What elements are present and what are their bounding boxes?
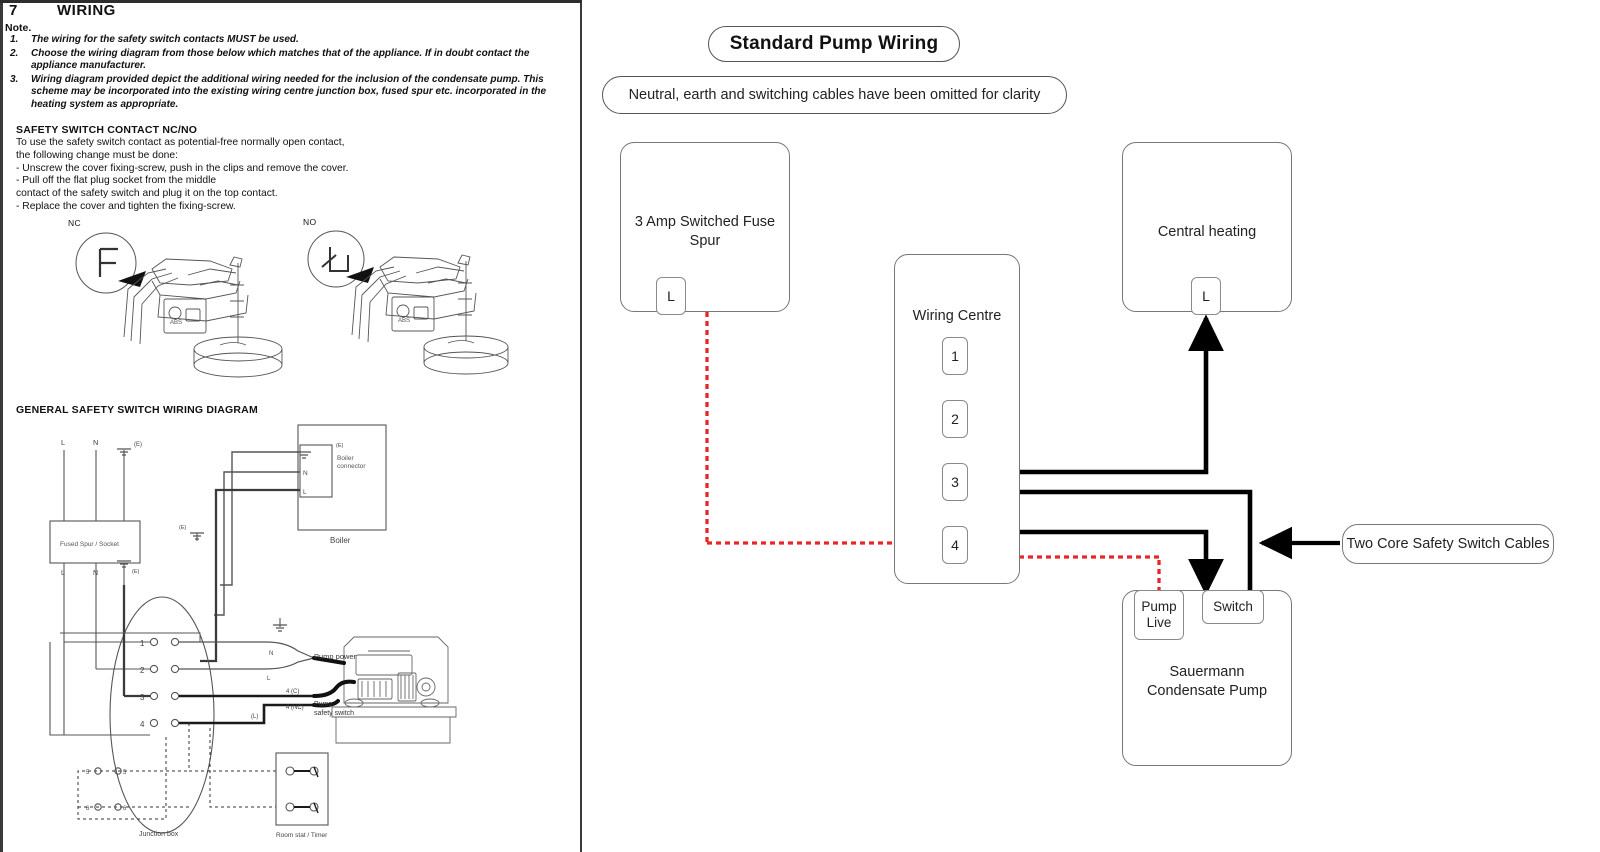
- general-safety-switch-wiring-diagram: L N (E) Fused Spur / Socket L N (E) Boil…: [14, 415, 574, 840]
- svg-text:N: N: [93, 438, 98, 447]
- safety-switch-line: contact of the safety switch and plug it…: [16, 188, 278, 200]
- section-title: WIRING: [57, 2, 116, 19]
- left-document-panel: 7 WIRING Note. 1. The wiring for the saf…: [0, 0, 582, 852]
- svg-text:N: N: [269, 651, 273, 657]
- pump-label-line1: Sauermann: [1169, 664, 1245, 680]
- svg-text:4: 4: [140, 720, 145, 729]
- safety-switch-line: the following change must be done:: [16, 149, 179, 161]
- svg-text:6: 6: [86, 806, 90, 812]
- wiring-centre-label: Wiring Centre: [912, 308, 1002, 324]
- svg-text:(E): (E): [132, 569, 140, 575]
- safety-switch-line: - Pull off the flat plug socket from the…: [16, 175, 217, 187]
- svg-text:Pump power: Pump power: [314, 652, 357, 661]
- safety-switch-line: To use the safety switch contact as pote…: [16, 137, 345, 148]
- note-text: Choose the wiring diagram from those bel…: [31, 47, 530, 72]
- svg-text:L: L: [61, 570, 65, 577]
- note-item: 2. Choose the wiring diagram from those …: [5, 48, 577, 73]
- svg-text:(L): (L): [251, 714, 258, 720]
- svg-text:4 (NC): 4 (NC): [286, 705, 304, 711]
- nc-pump-illustration: ABS: [60, 225, 290, 380]
- note-item: 3. Wiring diagram provided depict the ad…: [5, 74, 577, 112]
- diagram-title-pill: Standard Pump Wiring: [708, 26, 960, 62]
- note-index: 2.: [10, 47, 19, 59]
- wiring-connections: [705, 312, 1340, 596]
- diagram-note: Neutral, earth and switching cables have…: [628, 87, 1041, 103]
- no-pump-illustration: ABS: [296, 225, 516, 380]
- cable-callout-box: Two Core Safety Switch Cables: [1342, 524, 1554, 564]
- pump-switch-terminal[interactable]: Switch: [1202, 590, 1264, 624]
- svg-text:connector: connector: [337, 463, 366, 470]
- svg-text:3: 3: [140, 693, 145, 702]
- diagram-note-pill: Neutral, earth and switching cables have…: [602, 76, 1067, 114]
- svg-text:L: L: [61, 438, 65, 447]
- pump-live-label-line1: Pump: [1141, 599, 1177, 614]
- svg-text:Junction box: Junction box: [139, 831, 179, 838]
- svg-text:(E): (E): [134, 442, 142, 448]
- svg-text:Fused Spur / Socket: Fused Spur / Socket: [60, 541, 119, 548]
- fuse-spur-label-line2: Spur: [689, 233, 721, 249]
- svg-text:L: L: [303, 489, 307, 496]
- wiring-centre-terminal-4[interactable]: 4: [942, 526, 968, 564]
- note-index: 1.: [10, 34, 19, 45]
- svg-text:Boiler: Boiler: [330, 536, 351, 545]
- svg-text:(E): (E): [179, 525, 187, 531]
- svg-text:N: N: [93, 570, 98, 577]
- safety-switch-line: - Unscrew the cover fixing-screw, push i…: [16, 162, 349, 174]
- svg-text:4 (C): 4 (C): [286, 689, 299, 695]
- wiring-centre-terminal-3[interactable]: 3: [942, 463, 968, 501]
- pump-label-line2: Condensate Pump: [1146, 683, 1268, 699]
- note-label: Note.: [5, 22, 32, 34]
- right-diagram-panel: Standard Pump Wiring Neutral, earth and …: [582, 0, 1600, 852]
- section-number: 7: [9, 2, 18, 19]
- svg-text:Boiler: Boiler: [337, 455, 354, 462]
- fuse-spur-label-line1: 3 Amp Switched Fuse: [634, 214, 776, 230]
- pump-casing-label: ABS: [170, 320, 182, 326]
- pump-live-label-line2: Live: [1146, 615, 1172, 630]
- svg-text:safety switch: safety switch: [314, 710, 354, 717]
- svg-text:N: N: [303, 470, 308, 477]
- wiring-centre-terminal-1[interactable]: 1: [942, 337, 968, 375]
- notes-list: 1. The wiring for the safety switch cont…: [5, 34, 577, 113]
- central-heating-label: Central heating: [1157, 224, 1257, 240]
- note-item: 1. The wiring for the safety switch cont…: [5, 34, 577, 47]
- wiring-centre-terminal-2[interactable]: 2: [942, 400, 968, 438]
- svg-text:Room stat / Timer: Room stat / Timer: [276, 832, 328, 839]
- note-text: Wiring diagram provided depict the addit…: [31, 73, 547, 110]
- central-heating-terminal-l[interactable]: L: [1191, 277, 1221, 315]
- wiring-page: 7 WIRING Note. 1. The wiring for the saf…: [0, 0, 1600, 852]
- note-index: 3.: [10, 73, 19, 85]
- safety-switch-line: - Replace the cover and tighten the fixi…: [16, 200, 236, 212]
- svg-text:Pump: Pump: [314, 701, 332, 708]
- cable-callout-label: Two Core Safety Switch Cables: [1346, 536, 1550, 552]
- safety-switch-contact-heading: SAFETY SWITCH CONTACT NC/NO: [16, 124, 198, 136]
- note-text: The wiring for the safety switch contact…: [31, 34, 299, 45]
- pump-live-terminal[interactable]: Pump Live: [1134, 590, 1184, 640]
- svg-text:2: 2: [140, 666, 145, 675]
- svg-text:1: 1: [140, 639, 145, 648]
- svg-text:L: L: [267, 676, 271, 682]
- diagram-title: Standard Pump Wiring: [729, 33, 939, 54]
- fuse-spur-terminal-l[interactable]: L: [656, 277, 686, 315]
- safety-switch-contact-body: To use the safety switch contact as pote…: [16, 137, 446, 214]
- svg-text:(E): (E): [336, 443, 344, 449]
- svg-text:ABS: ABS: [398, 318, 410, 324]
- fuse-spur-box: 3 Amp Switched Fuse Spur: [620, 142, 790, 312]
